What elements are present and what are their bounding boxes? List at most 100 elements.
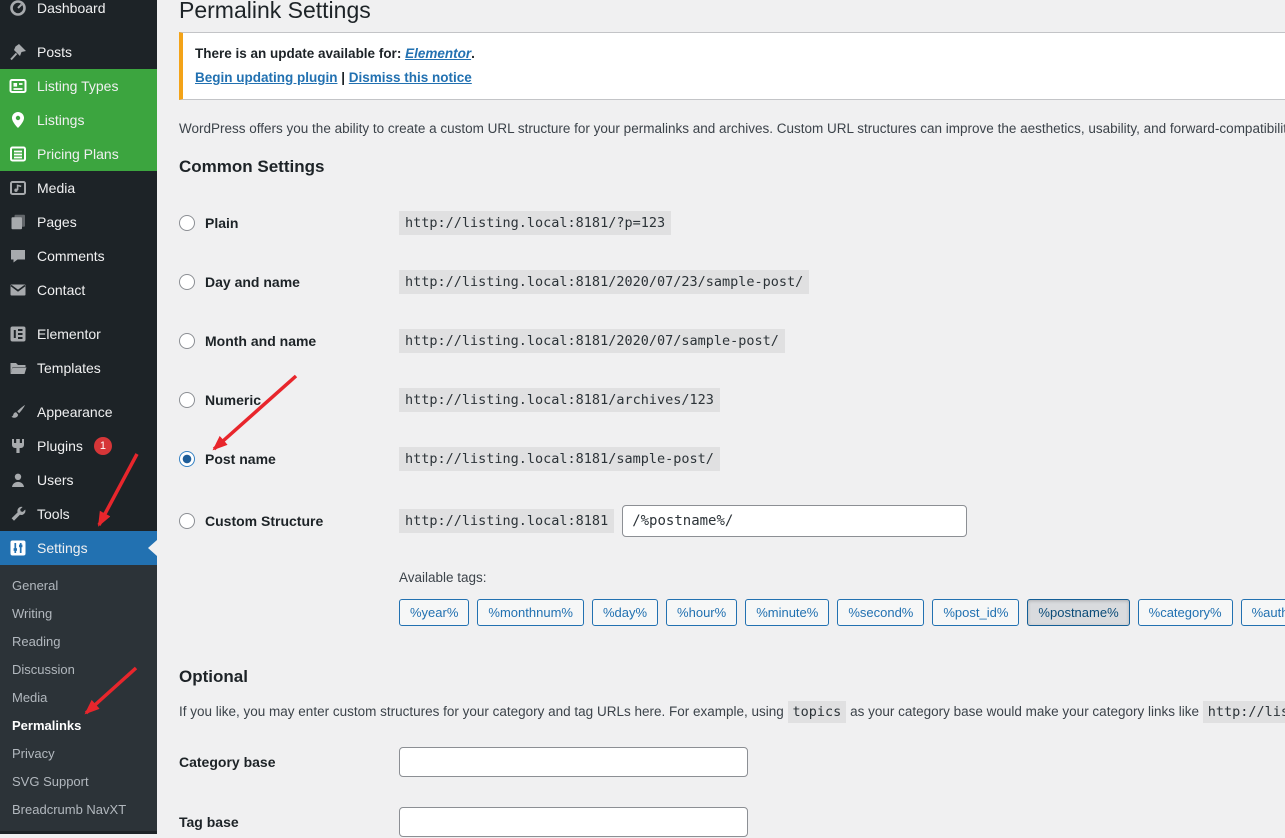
permalink-options: Plain http://listing.local:8181/?p=123 D… bbox=[179, 210, 1285, 537]
tag-button-day[interactable]: %day% bbox=[592, 599, 658, 626]
tag-button-hour[interactable]: %hour% bbox=[666, 599, 737, 626]
sidebar-item-label: Pages bbox=[37, 214, 77, 230]
sidebar-item-general[interactable]: General bbox=[0, 571, 157, 599]
sidebar-item-comments[interactable]: Comments bbox=[0, 239, 157, 273]
listing-types-icon bbox=[8, 76, 28, 96]
available-tags-buttons: %year% %monthnum% %day% %hour% %minute% … bbox=[399, 599, 1285, 626]
sidebar-item-settings[interactable]: Settings bbox=[0, 531, 157, 565]
location-pin-icon bbox=[8, 110, 28, 130]
sidebar-item-discussion[interactable]: Discussion bbox=[0, 655, 157, 683]
tag-button-minute[interactable]: %minute% bbox=[745, 599, 829, 626]
sidebar-item-appearance[interactable]: Appearance bbox=[0, 395, 157, 429]
sidebar-item-dashboard[interactable]: Dashboard bbox=[0, 0, 157, 25]
menu-separator bbox=[0, 307, 157, 317]
settings-icon bbox=[8, 538, 28, 558]
radio-month-and-name[interactable] bbox=[179, 333, 195, 349]
sidebar-item-label: Users bbox=[37, 472, 74, 488]
radio-post-name[interactable] bbox=[179, 451, 195, 467]
category-base-input[interactable] bbox=[399, 747, 748, 777]
custom-structure-input[interactable] bbox=[622, 505, 967, 537]
sidebar-item-breadcrumb-navxt[interactable]: Breadcrumb NavXT bbox=[0, 795, 157, 823]
sidebar-item-templates[interactable]: Templates bbox=[0, 351, 157, 385]
example-url: http://listing.local:8181/?p=123 bbox=[399, 211, 671, 235]
submenu-label: Breadcrumb NavXT bbox=[12, 802, 126, 817]
dismiss-notice-link[interactable]: Dismiss this notice bbox=[349, 70, 472, 85]
tag-base-row: Tag base bbox=[179, 807, 1285, 837]
common-settings-heading: Common Settings bbox=[179, 158, 1285, 176]
tag-button-post-id[interactable]: %post_id% bbox=[932, 599, 1019, 626]
link-separator: | bbox=[337, 70, 348, 85]
submenu-label: General bbox=[12, 578, 58, 593]
sidebar-item-label: Contact bbox=[37, 282, 85, 298]
user-icon bbox=[8, 470, 28, 490]
sidebar-item-writing[interactable]: Writing bbox=[0, 599, 157, 627]
radio-day-and-name[interactable] bbox=[179, 274, 195, 290]
category-example-url: http://listing.local:8181/topics/uncateg… bbox=[1203, 701, 1285, 723]
page-title: Permalink Settings bbox=[179, 0, 1285, 24]
radio-custom-structure[interactable] bbox=[179, 513, 195, 529]
sidebar-item-label: Posts bbox=[37, 44, 72, 60]
pin-icon bbox=[8, 42, 28, 62]
base-url: http://listing.local:8181 bbox=[399, 509, 614, 533]
tag-button-second[interactable]: %second% bbox=[837, 599, 924, 626]
topics-code: topics bbox=[788, 701, 847, 723]
sidebar-item-pages[interactable]: Pages bbox=[0, 205, 157, 239]
sidebar-item-listing-types[interactable]: Listing Types bbox=[0, 69, 157, 103]
sidebar-item-tools[interactable]: Tools bbox=[0, 497, 157, 531]
pages-icon bbox=[8, 212, 28, 232]
sidebar-item-pricing-plans[interactable]: Pricing Plans bbox=[0, 137, 157, 171]
example-url: http://listing.local:8181/sample-post/ bbox=[399, 447, 720, 471]
sidebar-item-label: Templates bbox=[37, 360, 101, 376]
sidebar-item-label: Comments bbox=[37, 248, 105, 264]
sidebar-item-contact[interactable]: Contact bbox=[0, 273, 157, 307]
sidebar-item-permalinks[interactable]: Permalinks bbox=[0, 711, 157, 739]
sidebar-item-reading[interactable]: Reading bbox=[0, 627, 157, 655]
tag-button-author[interactable]: %author% bbox=[1241, 599, 1285, 626]
notice-text: There is an update available for: bbox=[195, 46, 405, 61]
submenu-label: Reading bbox=[12, 634, 60, 649]
sidebar-item-privacy[interactable]: Privacy bbox=[0, 739, 157, 767]
category-base-row: Category base bbox=[179, 747, 1285, 777]
radio-plain[interactable] bbox=[179, 215, 195, 231]
begin-updating-plugin-link[interactable]: Begin updating plugin bbox=[195, 70, 337, 85]
submenu-label: Media bbox=[12, 690, 47, 705]
elementor-link[interactable]: Elementor bbox=[405, 46, 471, 61]
sidebar-item-users[interactable]: Users bbox=[0, 463, 157, 497]
sidebar-item-media-settings[interactable]: Media bbox=[0, 683, 157, 711]
optional-paragraph: If you like, you may enter custom struct… bbox=[179, 703, 1285, 721]
notice-line-2: Begin updating plugin | Dismiss this not… bbox=[195, 69, 1285, 87]
update-notice: There is an update available for: Elemen… bbox=[179, 32, 1285, 100]
dashboard-icon bbox=[8, 0, 28, 18]
option-row-custom-structure: Custom Structure http://listing.local:81… bbox=[179, 505, 1285, 537]
tag-button-postname[interactable]: %postname% bbox=[1027, 599, 1129, 626]
option-label: Numeric bbox=[205, 392, 261, 408]
tag-base-input[interactable] bbox=[399, 807, 748, 837]
sidebar-item-label: Dashboard bbox=[37, 0, 106, 16]
sidebar-item-posts[interactable]: Posts bbox=[0, 35, 157, 69]
submenu-label: Privacy bbox=[12, 746, 55, 761]
submenu-label: Writing bbox=[12, 606, 52, 621]
sidebar-item-elementor[interactable]: Elementor bbox=[0, 317, 157, 351]
optional-heading: Optional bbox=[179, 668, 1285, 686]
tag-button-year[interactable]: %year% bbox=[399, 599, 469, 626]
optional-text: If you like, you may enter custom struct… bbox=[179, 704, 788, 719]
radio-numeric[interactable] bbox=[179, 392, 195, 408]
tag-base-label: Tag base bbox=[179, 814, 399, 830]
tag-button-category[interactable]: %category% bbox=[1138, 599, 1233, 626]
option-row-day-and-name: Day and name http://listing.local:8181/2… bbox=[179, 269, 1285, 295]
option-row-month-and-name: Month and name http://listing.local:8181… bbox=[179, 328, 1285, 354]
option-label: Month and name bbox=[205, 333, 316, 349]
sidebar-item-label: Listings bbox=[37, 112, 84, 128]
tag-button-monthnum[interactable]: %monthnum% bbox=[477, 599, 584, 626]
admin-sidebar: Dashboard Posts Listing Types Listings P… bbox=[0, 0, 157, 834]
sidebar-item-svg-support[interactable]: SVG Support bbox=[0, 767, 157, 795]
option-label: Post name bbox=[205, 451, 276, 467]
optional-text: as your category base would make your ca… bbox=[846, 704, 1202, 719]
submenu-label: Discussion bbox=[12, 662, 75, 677]
sidebar-item-label: Elementor bbox=[37, 326, 101, 342]
sidebar-item-listings[interactable]: Listings bbox=[0, 103, 157, 137]
sidebar-item-label: Media bbox=[37, 180, 75, 196]
sidebar-item-plugins[interactable]: Plugins 1 bbox=[0, 429, 157, 463]
sidebar-item-label: Settings bbox=[37, 540, 88, 556]
sidebar-item-media[interactable]: Media bbox=[0, 171, 157, 205]
